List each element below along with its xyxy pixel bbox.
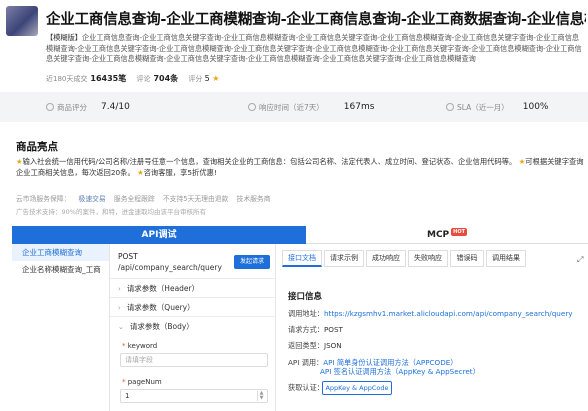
guarantee-item[interactable]: 极速交易 [79,195,106,203]
tab-mcp-label: MCP [426,230,450,240]
score-number: 5 [204,74,210,83]
description-tag: 【模糊版】 [46,33,82,42]
pagenum-input[interactable]: 1 ▲ ▼ [120,389,268,403]
product-stats: 近180天成交 16435笔 评论 704条 评分 5 ★ [46,73,219,84]
doc-auth-row: API 调用：API 简单身份认证调用方法（APPCODE） API 签名认证调用… [288,358,480,376]
doc-url-row: 调用地址：https://kzgsmhv1.market.alicloudapi… [288,309,573,318]
api-list-item[interactable]: 企业工商模糊查询 [12,244,109,261]
tab-api-doc[interactable]: 接口文档 [282,250,322,267]
metric-rating: 商品评分 7.4/10 [46,92,130,122]
doc-section-title: 接口信息 [288,292,323,302]
field-label-keyword: * keyword [122,342,158,350]
description-text: 企业工商信息查询-企业工商信息关键字查询-企业工商信息模糊查询-企业工商信息关键… [46,33,582,63]
request-method: POST [118,252,138,261]
keyword-input[interactable]: 请填字段 [120,353,268,367]
guarantee-label: 云市场服务保障： [16,195,71,203]
clock-icon [248,103,256,111]
score-value: 5 ★ [205,74,220,83]
sla-icon [446,103,454,111]
section-header-params[interactable]: › 请求参数（Header） [110,278,276,297]
highlights-title: 商品亮点 [16,141,58,153]
main-tabbar: API调试 MCP HOT [12,226,588,244]
api-url-link[interactable]: https://kzgsmhv1.market.alicloudapi.com/… [324,309,573,318]
metric-sla: SLA（近一月） 100% [446,92,548,122]
section-label: 请求参数（Header） [126,284,200,293]
field-label-pagenum: * pageNum [122,378,162,386]
deals-label: 近180天成交 [46,75,88,83]
appcode-auth-link[interactable]: API 简单身份认证调用方法（APPCODE） [323,358,457,367]
guarantee-item[interactable]: 技术服务商 [237,195,271,203]
product-description: 【模糊版】企业工商信息查询-企业工商信息关键字查询-企业工商信息模糊查询-企业工… [46,33,586,65]
send-request-button[interactable]: 发起请求 [234,255,270,269]
highlights-text: ★输入社会统一信用代码/公司名称/注册号任意一个信息，查询相关企业的工商信息：包… [16,156,586,178]
metric-response-time: 响应时间（近7天） 167ms [248,92,374,122]
product-logo [6,6,38,36]
deals-value: 16435笔 [90,74,127,83]
tab-failure-response[interactable]: 失败响应 [408,250,448,267]
api-list-item[interactable]: 企业名称模糊查询_工商 [12,261,109,278]
doc-return-row: 返回类型：JSON [288,341,342,350]
doc-method-row: 请求方式：POST [288,325,343,334]
doc-get-auth-row: 获取认证： [288,383,324,392]
tab-success-response[interactable]: 成功响应 [366,250,406,267]
metric-label: 响应时间（近7天） [259,102,324,112]
page-title: 企业工商信息查询-企业工商模糊查询-企业工商信息查询-企业工商数据查询-企业信息… [46,12,586,28]
hot-badge: HOT [451,228,468,236]
metric-value: 7.4/10 [101,102,130,112]
chevron-right-icon: › [118,304,121,312]
section-query-params[interactable]: › 请求参数（Query） [110,297,276,316]
expand-icon[interactable]: ⤢ [577,255,583,265]
api-list: 企业工商模糊查询 企业名称模糊查询_工商 [12,244,110,411]
rating-icon [46,103,54,111]
signature-auth-link[interactable]: API 签名认证调用方法（AppKey & AppSecret） [320,367,480,377]
score-label: 评分 [188,75,203,83]
tab-request-example[interactable]: 请求示例 [324,250,364,267]
tab-error-codes[interactable]: 错误码 [450,250,484,267]
request-panel: POST /api/company_search/query 发起请求 › 请求参… [110,244,276,411]
metric-label: 商品评分 [57,102,87,112]
guarantee-item[interactable]: 不支持5天无理由退款 [163,195,229,203]
chevron-right-icon: › [118,285,121,293]
tab-call-result[interactable]: 调用结果 [486,250,526,267]
reviews-label: 评论 [136,75,151,83]
get-appkey-button[interactable]: AppKey & AppCode [322,381,392,395]
stepper-icon[interactable]: ▲ ▼ [257,391,265,401]
metric-value: 100% [522,102,549,112]
guarantee-item[interactable]: 服务全程跟踪 [114,195,155,203]
metric-label: SLA（近一月） [457,102,509,112]
highlight-1: 输入社会统一信用代码/公司名称/注册号任意一个信息，查询相关企业的工商信息：包括… [22,157,517,166]
section-label: 请求参数（Body） [129,322,194,331]
request-path: /api/company_search/query [118,263,222,272]
metrics-bar: 商品评分 7.4/10 响应时间（近7天） 167ms SLA（近一月） 100… [0,92,588,122]
chevron-down-icon: ⌄ [118,323,124,331]
highlight-3: 咨询客服，享5折优惠! [143,168,217,177]
section-label: 请求参数（Query） [126,303,195,312]
service-guarantees: 云市场服务保障： 极速交易 服务全程跟踪 不支持5天无理由退款 技术服务商 [16,193,277,203]
section-body-params[interactable]: ⌄ 请求参数（Body） [110,316,276,335]
metric-value: 167ms [343,102,375,112]
tab-api-debug[interactable]: API调试 [12,226,306,244]
reviews-value[interactable]: 704条 [153,74,178,83]
tab-mcp[interactable]: MCP HOT [306,226,588,244]
star-icon: ★ [212,74,220,83]
fine-print: 广告技术支持：90%的案件，和特，进金速取均由该平台审核所有 [16,208,206,216]
doc-tabs: 接口文档 请求示例 成功响应 失败响应 错误码 调用结果 [282,250,588,267]
